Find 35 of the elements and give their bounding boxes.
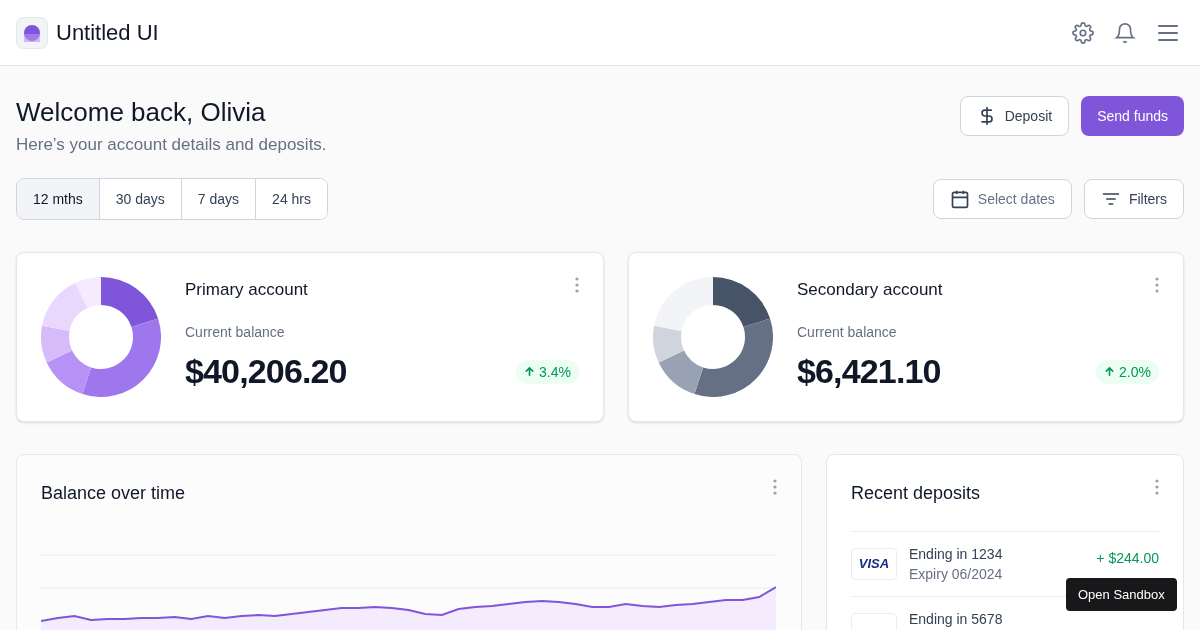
filters-button[interactable]: Filters [1083,178,1184,219]
brand-name: Untitled UI [56,19,159,47]
select-dates-button[interactable]: Select dates [932,178,1072,219]
deposit-title: Ending in 5678 [909,609,1004,629]
arrow-up-icon [524,366,536,377]
arrow-up-icon [1104,366,1116,377]
deposits-title: Recent deposits [851,481,981,505]
range-tab[interactable]: 24 hrs [255,178,328,219]
balance-amount: $6,421.10 [797,351,941,392]
change-badge: 3.4% [516,359,579,384]
change-badge: 2.0% [1096,359,1159,384]
account-name: Primary account [185,278,308,301]
card-brand: VISA [858,554,890,573]
account-name: Secondary account [797,278,943,301]
balance-label: Current balance [797,323,898,342]
send-funds-button[interactable]: Send funds [1081,96,1184,136]
more-icon[interactable] [1155,478,1159,495]
chart-title: Balance over time [41,481,186,505]
page-subtitle: Here’s your account details and deposits. [16,134,327,156]
calendar-icon [949,188,970,209]
logo-icon [16,16,48,49]
range-tab[interactable]: 12 mths [17,178,99,219]
more-icon[interactable] [1155,276,1159,293]
deposit-expiry: Expiry 06/2024 [909,564,1004,584]
page-title: Welcome back, Olivia [16,96,267,128]
balance-amount: $40,206.20 [185,351,347,392]
more-icon[interactable] [575,276,579,293]
tooltip: Open Sandbox [1066,578,1177,611]
bell-icon[interactable] [1114,21,1136,44]
deposit-button[interactable]: Deposit [959,96,1070,136]
more-icon[interactable] [773,478,777,495]
balance-label: Current balance [185,323,286,342]
deposit-title: Ending in 1234 [909,544,1004,564]
settings-icon[interactable] [1072,21,1094,44]
deposit-amount: + $244.00 [1096,548,1159,568]
